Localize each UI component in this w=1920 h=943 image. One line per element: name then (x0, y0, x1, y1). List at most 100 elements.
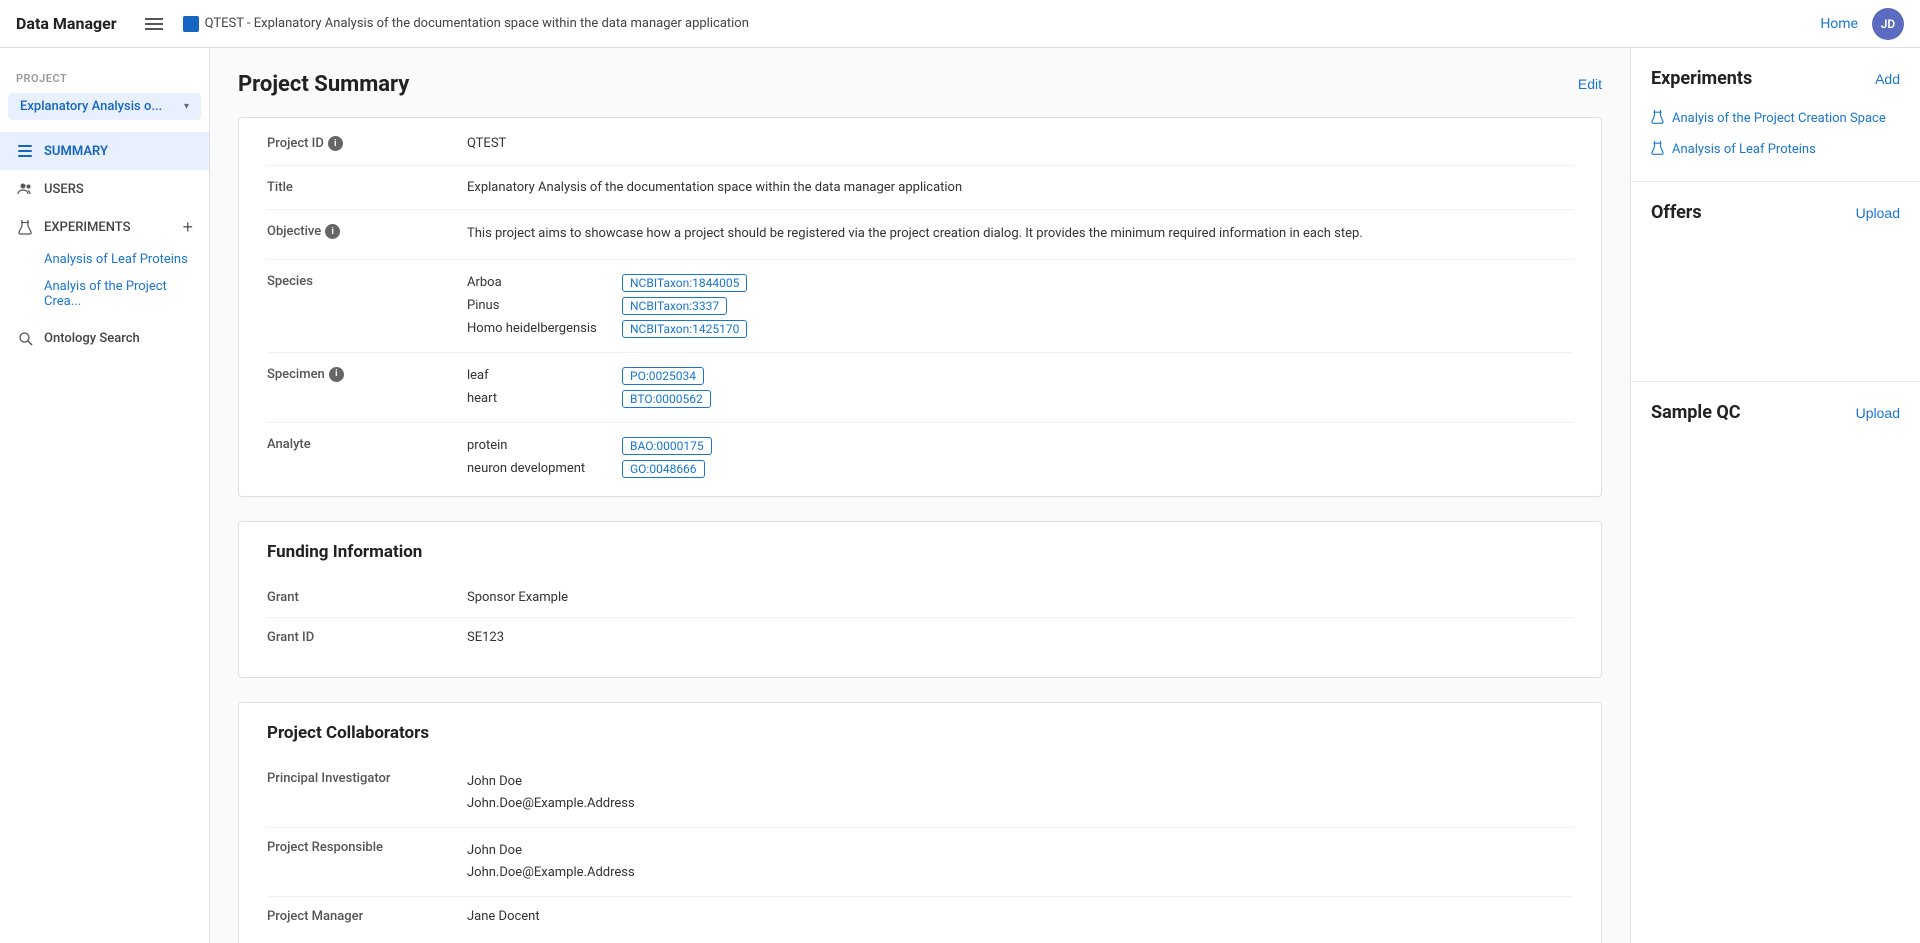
topbar-project-text: QTEST - Explanatory Analysis of the docu… (205, 16, 749, 31)
specimen-tag-0[interactable]: PO:0025034 (622, 367, 704, 385)
pr-name: John Doe (467, 840, 1573, 862)
field-label-grant-id: Grant ID (267, 630, 467, 645)
right-panel-add-button[interactable]: Add (1875, 71, 1900, 87)
specimen-name-0: leaf (467, 368, 622, 383)
species-row-0: Arboa NCBITaxon:1844005 (467, 274, 1573, 292)
right-panel-sample-qc-title: Sample QC (1651, 402, 1741, 423)
species-name-1: Pinus (467, 298, 622, 313)
species-tag-0[interactable]: NCBITaxon:1844005 (622, 274, 747, 292)
field-value-project-id: QTEST (467, 136, 1573, 151)
pi-name: John Doe (467, 771, 1573, 793)
analyte-row-1: neuron development GO:0048666 (467, 460, 1573, 478)
field-value-species: Arboa NCBITaxon:1844005 Pinus NCBITaxon:… (467, 274, 1573, 338)
collaborator-pm-row: Project Manager Jane Docent (267, 897, 1573, 936)
field-value-pi: John Doe John.Doe@Example.Address (467, 771, 1573, 815)
field-row-title: Title Explanatory Analysis of the docume… (267, 166, 1573, 210)
analyte-name-0: protein (467, 438, 622, 453)
sidebar-item-ontology[interactable]: Ontology Search (0, 319, 209, 357)
species-row-1: Pinus NCBITaxon:3337 (467, 297, 1573, 315)
field-value-title: Explanatory Analysis of the documentatio… (467, 180, 1573, 195)
topbar-project-badge: QTEST - Explanatory Analysis of the docu… (183, 16, 749, 32)
info-icon-project-id[interactable]: i (328, 136, 343, 151)
right-panel-offers-title: Offers (1651, 202, 1702, 223)
sidebar: PROJECT Explanatory Analysis o... ▾ SUMM… (0, 48, 210, 943)
analyte-name-1: neuron development (467, 461, 622, 476)
analyte-row-0: protein BAO:0000175 (467, 437, 1573, 455)
right-panel-sample-qc: Sample QC Upload (1631, 382, 1920, 582)
species-name-0: Arboa (467, 275, 622, 290)
sidebar-item-users-label: USERS (44, 182, 84, 197)
field-label-specimen: Specimen i (267, 367, 467, 382)
pr-email: John.Doe@Example.Address (467, 862, 1573, 884)
project-selector[interactable]: Explanatory Analysis o... ▾ (8, 93, 201, 120)
field-label-species: Species (267, 274, 467, 289)
analyte-tag-1[interactable]: GO:0048666 (622, 460, 705, 478)
pi-email: John.Doe@Example.Address (467, 793, 1573, 815)
funding-title: Funding Information (267, 542, 1573, 562)
pm-name: Jane Docent (467, 909, 1573, 924)
field-value-analyte: protein BAO:0000175 neuron development G… (467, 437, 1573, 478)
species-name-2: Homo heidelbergensis (467, 321, 622, 336)
experiment-label-1: Analysis of Leaf Proteins (1672, 142, 1816, 157)
field-label-project-id: Project ID i (267, 136, 467, 151)
sidebar-sub-item-project-creation[interactable]: Analyis of the Project Crea... (0, 273, 209, 315)
field-label-analyte: Analyte (267, 437, 467, 452)
sidebar-item-ontology-label: Ontology Search (44, 331, 140, 346)
field-row-project-id: Project ID i QTEST (267, 122, 1573, 166)
funding-section: Funding Information Grant Sponsor Exampl… (238, 521, 1602, 678)
funding-grant-row: Grant Sponsor Example (267, 578, 1573, 618)
experiments-add-button[interactable]: + (182, 218, 193, 236)
specimen-tag-1[interactable]: BTO:0000562 (622, 390, 711, 408)
species-row-2: Homo heidelbergensis NCBITaxon:1425170 (467, 320, 1573, 338)
specimen-row-1: heart BTO:0000562 (467, 390, 1573, 408)
edit-button[interactable]: Edit (1578, 76, 1602, 92)
sidebar-item-summary[interactable]: SUMMARY (0, 132, 209, 170)
app-title: Data Manager (16, 14, 117, 33)
species-tag-2[interactable]: NCBITaxon:1425170 (622, 320, 747, 338)
right-panel: Experiments Add Analyis of the Project C… (1630, 48, 1920, 943)
sidebar-experiments-label: EXPERIMENTS (44, 220, 131, 235)
users-icon (16, 180, 34, 198)
menu-icon[interactable] (145, 18, 163, 30)
right-panel-experiments: Experiments Add Analyis of the Project C… (1631, 48, 1920, 182)
experiment-item-1[interactable]: Analysis of Leaf Proteins (1651, 134, 1900, 165)
info-icon-objective[interactable]: i (325, 224, 340, 239)
experiment-icon-1 (1651, 140, 1664, 159)
info-icon-specimen[interactable]: i (329, 367, 344, 382)
species-tag-1[interactable]: NCBITaxon:3337 (622, 297, 727, 315)
sidebar-experiments-row: EXPERIMENTS + (0, 208, 209, 246)
field-value-objective: This project aims to showcase how a proj… (467, 224, 1573, 245)
sidebar-sub-item-leaf-proteins[interactable]: Analysis of Leaf Proteins (0, 246, 209, 273)
project-selector-text: Explanatory Analysis o... (20, 99, 162, 114)
collaborator-pr-row: Project Responsible John Doe John.Doe@Ex… (267, 828, 1573, 897)
field-value-pr: John Doe John.Doe@Example.Address (467, 840, 1573, 884)
collaborators-title: Project Collaborators (267, 723, 1573, 743)
sample-qc-upload-button[interactable]: Upload (1856, 405, 1900, 421)
sidebar-section-label: PROJECT (0, 64, 209, 89)
offers-upload-button[interactable]: Upload (1856, 205, 1900, 221)
field-value-grant: Sponsor Example (467, 590, 1573, 605)
user-avatar[interactable]: JD (1872, 8, 1904, 40)
topbar: Data Manager QTEST - Explanatory Analysi… (0, 0, 1920, 48)
field-row-analyte: Analyte protein BAO:0000175 neuron devel… (267, 423, 1573, 492)
field-label-pi: Principal Investigator (267, 771, 467, 786)
chevron-down-icon: ▾ (184, 101, 189, 112)
specimen-name-1: heart (467, 391, 622, 406)
right-panel-offers: Offers Upload (1631, 182, 1920, 382)
field-row-species: Species Arboa NCBITaxon:1844005 Pinus NC… (267, 260, 1573, 353)
analyte-tag-0[interactable]: BAO:0000175 (622, 437, 712, 455)
project-badge-icon (183, 16, 199, 32)
content-area: Project Summary Edit Project ID i QTEST … (210, 48, 1630, 943)
home-link[interactable]: Home (1820, 16, 1858, 32)
sidebar-item-summary-label: SUMMARY (44, 144, 108, 159)
field-value-specimen: leaf PO:0025034 heart BTO:0000562 (467, 367, 1573, 408)
experiment-item-0[interactable]: Analyis of the Project Creation Space (1651, 103, 1900, 134)
funding-grant-id-row: Grant ID SE123 (267, 618, 1573, 657)
sidebar-item-users[interactable]: USERS (0, 170, 209, 208)
collaborator-pi-row: Principal Investigator John Doe John.Doe… (267, 759, 1573, 828)
field-label-pr: Project Responsible (267, 840, 467, 855)
field-row-objective: Objective i This project aims to showcas… (267, 210, 1573, 260)
right-panel-experiments-title: Experiments (1651, 68, 1752, 89)
field-row-specimen: Specimen i leaf PO:0025034 heart BTO:000… (267, 353, 1573, 423)
field-value-grant-id: SE123 (467, 630, 1573, 645)
